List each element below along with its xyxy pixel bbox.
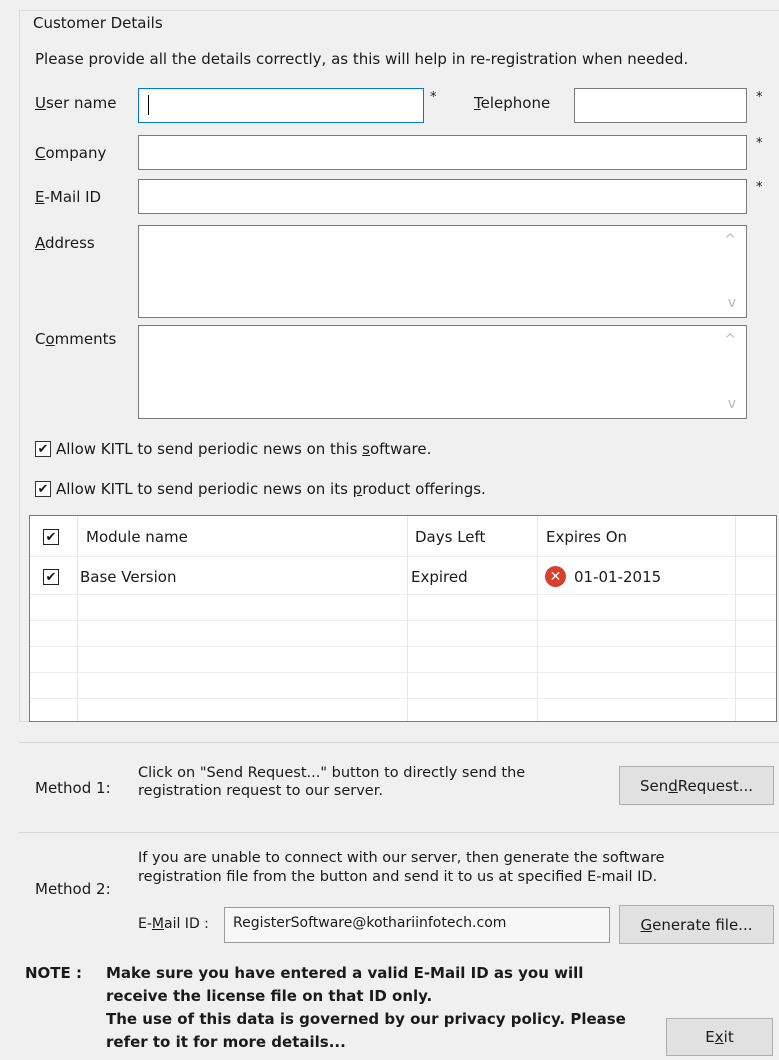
- method2-email-label: E-Mail ID :: [138, 916, 209, 932]
- news-products-checkbox[interactable]: ✔: [35, 481, 51, 497]
- news-software-checkbox[interactable]: ✔: [35, 441, 51, 457]
- error-icon: ✕: [545, 566, 566, 587]
- expires-on-cell: 01-01-2015: [574, 568, 662, 586]
- note-label: NOTE :: [25, 964, 83, 982]
- method1-description: Click on "Send Request..." button to dir…: [138, 765, 526, 799]
- modules-listview[interactable]: ✔ Module name Days Left Expires On ✔ Bas…: [29, 515, 777, 722]
- intro-text: Please provide all the details correctly…: [35, 50, 689, 68]
- telephone-input[interactable]: [574, 88, 747, 123]
- comments-label: Comments: [35, 330, 117, 348]
- user-name-label: User name: [35, 94, 117, 112]
- company-required-mark: *: [756, 136, 763, 151]
- company-label: Company: [35, 144, 107, 162]
- comments-textarea[interactable]: ^ v: [138, 325, 747, 419]
- telephone-label: Telephone: [474, 94, 551, 112]
- select-all-checkbox[interactable]: ✔: [43, 529, 59, 545]
- days-left-cell: Expired: [411, 568, 468, 586]
- scroll-down-icon[interactable]: v: [728, 295, 736, 311]
- user-name-required-mark: *: [430, 90, 437, 105]
- telephone-required-mark: *: [756, 90, 763, 105]
- method2-description: If you are unable to connect with our se…: [138, 850, 665, 885]
- scroll-up-icon[interactable]: ^: [724, 332, 736, 348]
- email-label: E-Mail ID: [35, 188, 102, 206]
- method1-label: Method 1:: [35, 779, 111, 797]
- exit-button[interactable]: Ex it: [666, 1018, 773, 1056]
- method2-label: Method 2:: [35, 880, 111, 898]
- column-header-days-left[interactable]: Days Left: [415, 528, 485, 546]
- option-news-products[interactable]: ✔ Allow KITL to send periodic news on it…: [35, 480, 486, 498]
- send-request-button[interactable]: Sen d Request...: [619, 766, 774, 805]
- news-products-label: Allow KITL to send periodic news on its …: [56, 480, 486, 498]
- email-input[interactable]: [138, 179, 747, 214]
- scroll-up-icon[interactable]: ^: [724, 232, 736, 248]
- registration-email-field[interactable]: RegisterSoftware@kothariinfotech.com: [224, 907, 610, 943]
- module-name-cell: Base Version: [80, 568, 177, 586]
- note-text: Make sure you have entered a valid E-Mai…: [106, 964, 626, 1051]
- option-news-software[interactable]: ✔ Allow KITL to send periodic news on th…: [35, 440, 431, 458]
- scroll-down-icon[interactable]: v: [728, 396, 736, 412]
- column-header-expires-on[interactable]: Expires On: [546, 528, 627, 546]
- user-name-input[interactable]: [138, 88, 424, 123]
- group-title: Customer Details: [30, 14, 166, 32]
- generate-file-button[interactable]: Generate file...: [619, 905, 774, 944]
- text-caret: [148, 95, 149, 115]
- news-software-label: Allow KITL to send periodic news on this…: [56, 440, 432, 458]
- address-label: Address: [35, 234, 95, 252]
- module-checkbox[interactable]: ✔: [43, 569, 59, 585]
- company-input[interactable]: [138, 135, 747, 170]
- column-header-module-name[interactable]: Module name: [86, 528, 188, 546]
- address-textarea[interactable]: ^ v: [138, 225, 747, 318]
- email-required-mark: *: [756, 180, 763, 195]
